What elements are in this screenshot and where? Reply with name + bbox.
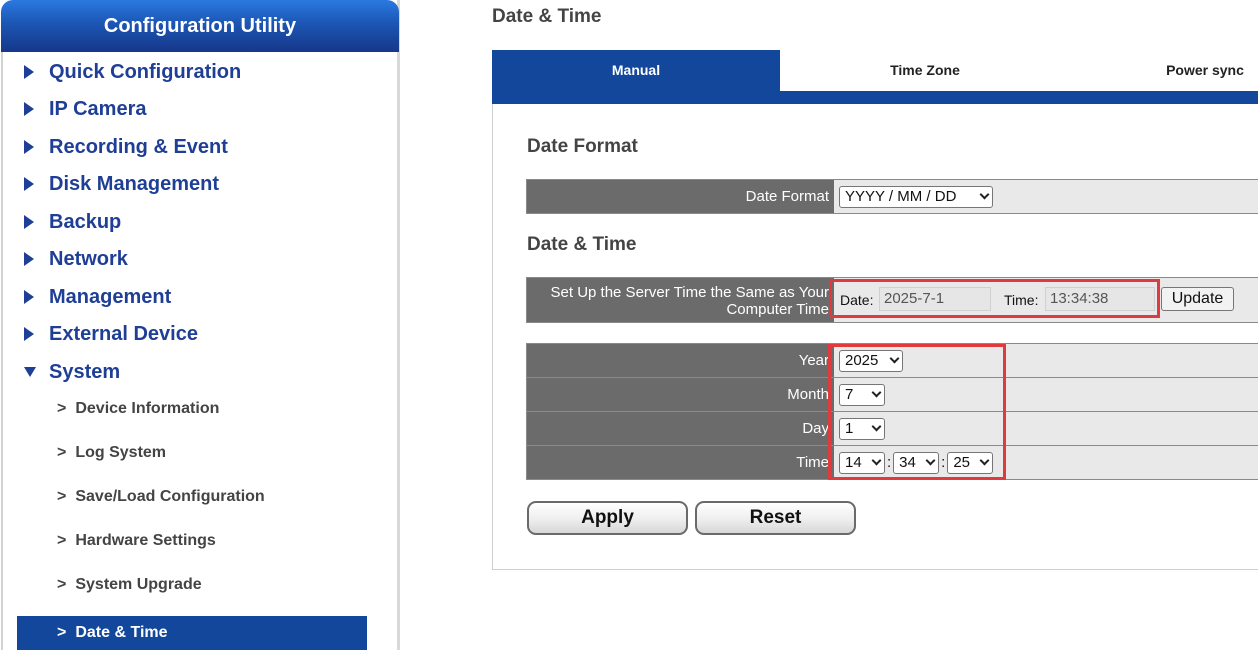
expand-arrow-icon <box>24 102 34 116</box>
chevron-right-icon: > <box>57 576 67 593</box>
sync-time-label: Set Up the Server Time the Same as Your … <box>527 278 834 322</box>
menu-item-network[interactable]: Network <box>24 244 128 274</box>
subitem-label: Save/Load Configuration <box>75 488 265 505</box>
expand-arrow-icon <box>24 65 34 79</box>
sidebar-subitem-hardware-settings[interactable]: > Hardware Settings <box>17 524 367 558</box>
menu-item-label: System <box>49 360 121 383</box>
expand-arrow-icon <box>24 327 34 341</box>
section-title-date-format: Date Format <box>527 136 638 157</box>
sidebar-subitem-save-load-configuration[interactable]: > Save/Load Configuration <box>17 480 367 514</box>
tab-manual[interactable]: Manual <box>492 50 780 91</box>
chevron-right-icon: > <box>57 444 67 461</box>
expand-arrow-icon <box>24 140 34 154</box>
month-label: Month <box>527 378 834 411</box>
subitem-label: System Upgrade <box>75 576 202 593</box>
highlight-box-manual-selectors <box>828 344 1006 480</box>
expand-arrow-icon <box>24 252 34 266</box>
chevron-down-icon <box>979 189 990 200</box>
menu-item-label: Backup <box>49 210 122 233</box>
sidebar: Configuration Utility Quick Configuratio… <box>0 0 400 650</box>
tab-power-sync[interactable]: Power sync <box>1070 50 1258 91</box>
subitem-label: Date & Time <box>75 624 168 641</box>
menu-item-recording-event[interactable]: Recording & Event <box>24 132 228 162</box>
page-title: Date & Time <box>492 6 602 27</box>
menu-item-label: Recording & Event <box>49 135 228 158</box>
menu-item-label: External Device <box>49 322 198 345</box>
highlight-box-computer-time <box>829 279 1160 318</box>
date-format-select-value: YYYY / MM / DD <box>845 188 957 205</box>
expand-arrow-icon <box>24 215 34 229</box>
sidebar-subitem-date-time[interactable]: > Date & Time <box>17 616 367 650</box>
apply-button[interactable]: Apply <box>527 501 688 535</box>
time-row-label: Time <box>527 446 834 479</box>
menu-item-ip-camera[interactable]: IP Camera <box>24 94 146 124</box>
menu-item-quick-configuration[interactable]: Quick Configuration <box>24 57 241 87</box>
chevron-right-icon: > <box>57 400 67 417</box>
menu-item-label: Disk Management <box>49 172 220 195</box>
date-format-value-cell: YYYY / MM / DD <box>834 180 1258 213</box>
update-button[interactable]: Update <box>1161 287 1234 311</box>
menu-item-label: Network <box>49 247 128 270</box>
menu-item-label: Management <box>49 285 172 308</box>
sidebar-subitem-log-system[interactable]: > Log System <box>17 436 367 470</box>
menu-item-label: IP Camera <box>49 97 147 120</box>
menu-item-management[interactable]: Management <box>24 282 171 312</box>
section-title-date-time: Date & Time <box>527 234 637 255</box>
reset-button[interactable]: Reset <box>695 501 856 535</box>
sidebar-title: Configuration Utility <box>1 0 399 52</box>
expand-arrow-icon <box>24 177 34 191</box>
menu-item-disk-management[interactable]: Disk Management <box>24 169 219 199</box>
chevron-right-icon: > <box>57 624 67 641</box>
year-label: Year <box>527 344 834 377</box>
sidebar-subitem-system-upgrade[interactable]: > System Upgrade <box>17 568 367 602</box>
menu-item-backup[interactable]: Backup <box>24 207 121 237</box>
sidebar-subitem-device-information[interactable]: > Device Information <box>17 392 367 426</box>
day-label: Day <box>527 412 834 445</box>
subitem-label: Device Information <box>75 400 220 417</box>
chevron-right-icon: > <box>57 488 67 505</box>
menu-item-label: Quick Configuration <box>49 60 242 83</box>
menu-item-system[interactable]: System <box>24 357 120 387</box>
date-format-select[interactable]: YYYY / MM / DD <box>839 185 993 208</box>
subitem-label: Log System <box>75 444 167 461</box>
subitem-label: Hardware Settings <box>75 532 216 549</box>
expand-arrow-icon <box>24 290 34 304</box>
collapse-arrow-icon <box>24 367 36 377</box>
tab-time-zone[interactable]: Time Zone <box>780 50 1070 91</box>
date-format-label: Date Format <box>527 180 834 213</box>
date-format-row: Date Format YYYY / MM / DD <box>526 179 1258 214</box>
chevron-right-icon: > <box>57 532 67 549</box>
menu-item-external-device[interactable]: External Device <box>24 319 198 349</box>
